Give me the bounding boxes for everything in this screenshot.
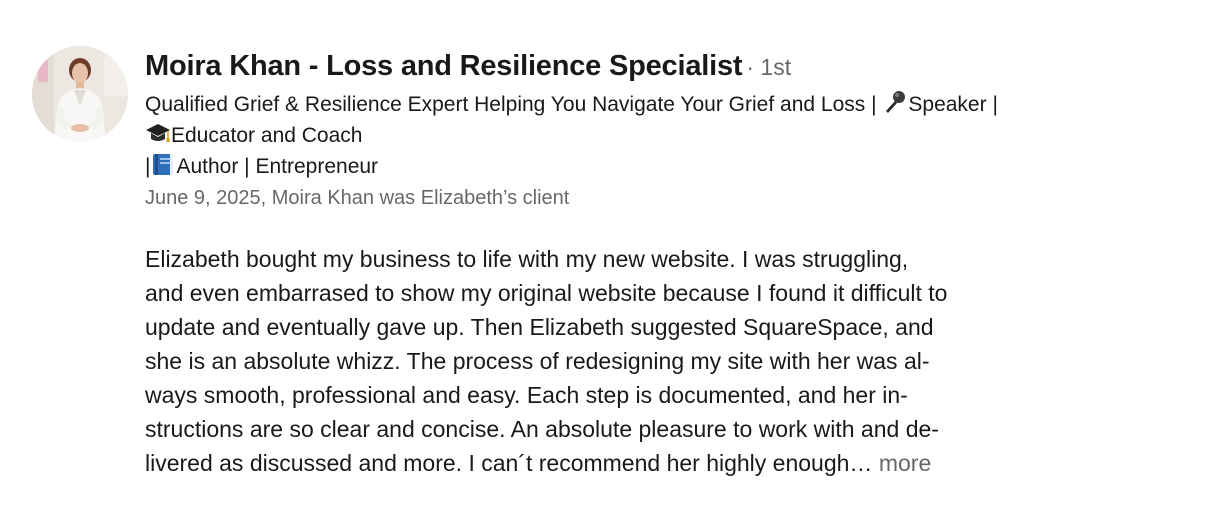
recommendation-text: Elizabeth bought my business to life wit… [145,242,1185,480]
recommendation-line: update and eventually gave up. Then Eliz… [145,314,934,340]
graduation-cap-icon [145,120,171,146]
recommendation-line: Elizabeth bought my business to life wit… [145,246,909,272]
headline-text-3: Author | Entrepreneur [176,155,379,178]
recommendation-last-line: livered as discussed and more. I can´t r… [145,446,1185,480]
headline-after-mic: Speaker | [908,93,998,116]
recommendation-line: and even embarrased to show my original … [145,280,948,306]
headline-text-1: Qualified Grief & Resilience Expert Help… [145,93,883,116]
recommendation-card: Moira Khan - Loss and Resilience Special… [0,0,1228,506]
recommendation-line: structions are so clear and concise. An … [145,416,939,442]
author-avatar[interactable] [32,46,128,142]
author-info: Moira Khan - Loss and Resilience Special… [145,50,1205,212]
author-name-row: Moira Khan - Loss and Resilience Special… [145,50,1205,83]
recommendation-line: ways smooth, professional and easy. Each… [145,382,908,408]
headline-line-3: | Author | Entrepreneur [145,151,1205,182]
relationship-meta: June 9, 2025, Moira Khan was Elizabeth’s… [145,187,570,209]
recommendation-line: livered as discussed and more. I can´t r… [145,450,873,476]
recommendation-line: she is an absolute whizz. The process of… [145,348,930,374]
see-more-link[interactable]: more [879,450,931,476]
headline-line-2: Educator and Coach [145,120,1205,151]
author-headline: Qualified Grief & Resilience Expert Help… [145,89,1205,182]
headline-text-2: Educator and Coach [171,124,363,147]
author-name-link[interactable]: Moira Khan - Loss and Resilience Special… [145,50,743,83]
microphone-icon [882,89,908,115]
headline-line-1: Qualified Grief & Resilience Expert Help… [145,89,1205,120]
author-photo-icon [32,46,128,142]
connection-degree: · 1st [746,54,792,80]
blue-book-icon [150,151,176,177]
